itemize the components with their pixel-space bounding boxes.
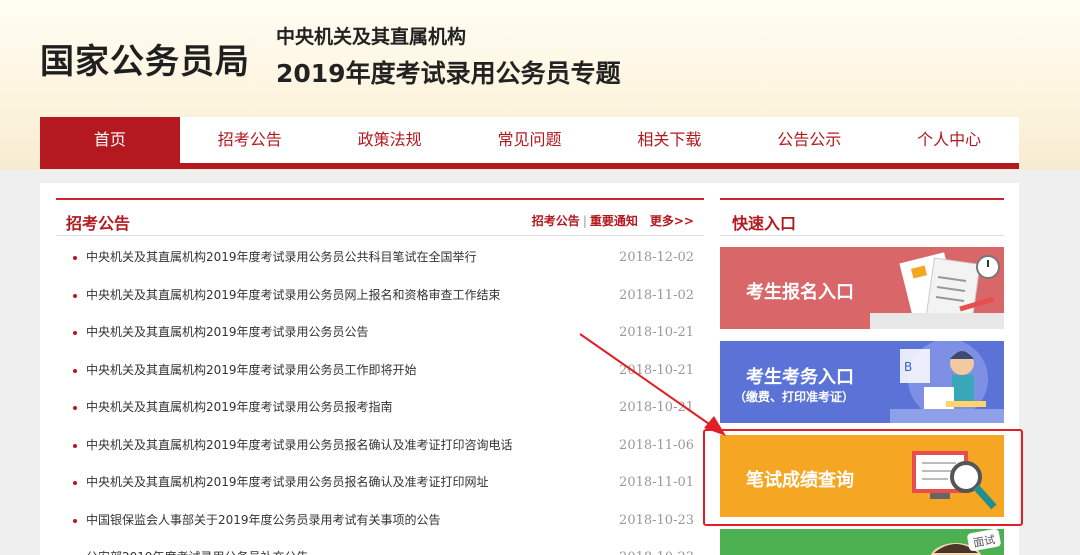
bullet-icon [73,481,77,485]
exam-affairs-entry-sublabel: （缴费、打印准考证） [734,390,855,404]
list-item-title[interactable]: 中央机关及其直属机构2019年度考试录用公务员报名确认及准考证打印网址 [86,464,489,502]
nav-item-home[interactable]: 首页 [40,117,180,163]
bullet-icon [73,368,77,373]
list-item-title[interactable]: 中央机关及其直属机构2019年度考试录用公务员公告 [86,314,369,352]
more-link[interactable]: 更多>> [650,214,694,228]
announcement-header: 招考公告 招考公告 | 重要通知 更多>> [56,198,704,236]
list-item[interactable]: 中央机关及其直属机构2019年度考试录用公务员工作即将开始 2018-10-21 [56,352,704,390]
list-item-title[interactable]: 中央机关及其直属机构2019年度考试录用公务员公共科目笔试在全国举行 [86,239,477,277]
list-item-date: 2018-11-06 [619,437,694,453]
nav-item-personal-center[interactable]: 个人中心 [879,117,1019,163]
list-item-date: 2018-10-21 [619,400,694,415]
header-subtitle-main: 2019年度考试录用公务员专题 [276,59,621,88]
bullet-icon [73,256,77,260]
list-item[interactable]: 中央机关及其直属机构2019年度考试录用公务员网上报名和资格审查工作结束 2018… [56,277,704,315]
site-name[interactable]: 国家公务员局 [40,34,250,83]
nav-item-recruitment[interactable]: 招考公告 [180,117,320,163]
registration-entry-card[interactable]: 考生报名入口 [720,247,1004,329]
announcement-list: 中央机关及其直属机构2019年度考试录用公务员公共科目笔试在全国举行 2018-1… [56,239,704,555]
svg-text:B: B [904,360,912,374]
student-illustration-icon: B [890,341,1004,423]
exam-affairs-entry-card[interactable]: 考生考务入口 （缴费、打印准考证） B [720,341,1004,423]
list-item[interactable]: 公安部2019年度考试录用公务员补充公告 2018-10-23 [56,539,704,555]
nav-item-notices[interactable]: 公告公示 [739,117,879,163]
nav-item-downloads[interactable]: 相关下载 [599,117,739,163]
list-item[interactable]: 中央机关及其直属机构2019年度考试录用公务员报名确认及准考证打印咨询电话 201… [56,427,704,465]
bullet-icon [73,518,77,523]
list-item[interactable]: 中央机关及其直属机构2019年度考试录用公务员公告 2018-10-21 [56,314,704,352]
nav-underline [40,163,1019,169]
notice-link[interactable]: 招考公告 [532,214,580,228]
list-item-title[interactable]: 公安部2019年度考试录用公务员补充公告 [86,539,309,555]
list-item-title[interactable]: 中央机关及其直属机构2019年度考试录用公务员报考指南 [86,389,393,427]
list-item-title[interactable]: 中国银保监会人事部关于2019年度公务员录用考试有关事项的公告 [86,502,441,540]
interview-entry-card[interactable]: 面试 [720,529,1004,555]
interview-illustration-icon: 面试 [930,529,1001,555]
annotation-highlight-box [703,429,1023,526]
list-item[interactable]: 中央机关及其直属机构2019年度考试录用公务员报考指南 2018-10-21 [56,389,704,427]
exam-affairs-entry-label: 考生考务入口 [746,367,854,388]
announcement-panel: 招考公告 招考公告 | 重要通知 更多>> 中央机关及其直属机构2019年度考试录用公… [56,198,704,555]
nav-item-policy[interactable]: 政策法规 [320,117,460,163]
main-nav: 首页 招考公告 政策法规 常见问题 相关下载 公告公示 个人中心 [40,117,1019,163]
quick-entry-title: 快速入口 [732,214,797,233]
list-item-title[interactable]: 中央机关及其直属机构2019年度考试录用公务员工作即将开始 [86,352,417,390]
list-item[interactable]: 中央机关及其直属机构2019年度考试录用公务员公共科目笔试在全国举行 2018-1… [56,239,704,277]
announcement-title: 招考公告 [66,214,131,233]
bullet-icon [73,443,77,448]
header-subtitle-top: 中央机关及其直属机构 [276,26,467,48]
list-item-date: 2018-11-02 [619,287,694,303]
document-illustration-icon [870,252,1004,329]
list-item-date: 2018-10-21 [619,362,694,378]
list-item-date: 2018-10-23 [619,512,694,528]
link-separator: | [582,214,587,228]
list-item-date: 2018-10-23 [619,539,694,555]
list-item-date: 2018-10-21 [619,325,694,340]
list-item[interactable]: 中央机关及其直属机构2019年度考试录用公务员报名确认及准考证打印网址 2018-… [56,464,704,502]
list-item-date: 2018-11-01 [619,475,694,490]
list-item-title[interactable]: 中央机关及其直属机构2019年度考试录用公务员网上报名和资格审查工作结束 [86,277,501,315]
bullet-icon [73,331,77,335]
list-item-title[interactable]: 中央机关及其直属机构2019年度考试录用公务员报名确认及准考证打印咨询电话 [86,427,513,465]
bullet-icon [73,293,77,298]
bullet-icon [73,406,77,410]
nav-item-faq[interactable]: 常见问题 [460,117,600,163]
list-item-date: 2018-12-02 [619,250,694,265]
registration-entry-label: 考生报名入口 [746,282,854,303]
list-item[interactable]: 中国银保监会人事部关于2019年度公务员录用考试有关事项的公告 2018-10-2… [56,502,704,540]
important-notice-link[interactable]: 重要通知 [590,214,638,228]
quick-entry-header: 快速入口 [720,198,1004,236]
announcement-links: 招考公告 | 重要通知 更多>> [532,212,694,229]
